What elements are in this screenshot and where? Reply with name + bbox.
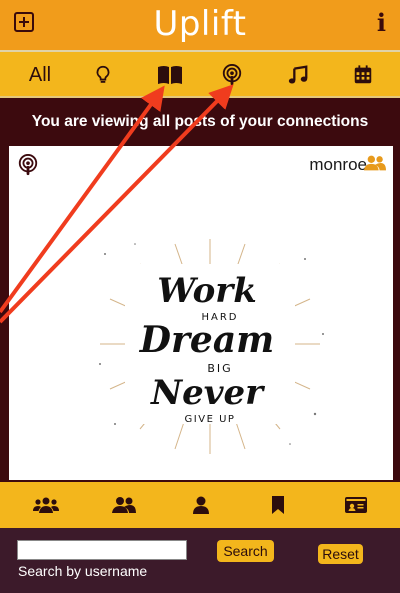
search-label: Search by username	[18, 563, 148, 579]
group-icon[interactable]	[26, 482, 66, 528]
image-line-1: Work	[157, 271, 257, 311]
username-search-input[interactable]	[17, 540, 187, 560]
calendar-icon[interactable]	[352, 52, 374, 98]
podcast-icon[interactable]	[221, 52, 243, 98]
info-icon[interactable]: i	[377, 8, 386, 37]
bottom-nav	[0, 482, 400, 528]
user-icon[interactable]	[181, 482, 221, 528]
post-card[interactable]: monroe Work HARD Dream BIG Never GIVE UP	[9, 146, 393, 480]
image-line-3: Dream	[139, 319, 275, 361]
id-card-icon[interactable]	[336, 482, 376, 528]
post-username[interactable]: monroe	[309, 155, 367, 175]
category-all[interactable]: All	[22, 52, 58, 98]
podcast-icon	[18, 154, 38, 176]
reset-button[interactable]: Reset	[318, 544, 363, 564]
music-note-icon[interactable]	[287, 52, 309, 98]
motivational-quote-image: Work HARD Dream BIG Never GIVE UP	[99, 239, 324, 454]
image-line-6: GIVE UP	[185, 414, 236, 425]
search-button[interactable]: Search	[217, 540, 274, 562]
connections-icon	[364, 155, 386, 171]
users-icon[interactable]	[104, 482, 144, 528]
search-bar: Search by username Search Reset	[0, 528, 400, 593]
viewing-banner: You are viewing all posts of your connec…	[0, 98, 400, 146]
category-bar: All	[0, 52, 400, 98]
bookmark-icon[interactable]	[258, 482, 298, 528]
open-book-icon[interactable]	[156, 52, 184, 98]
app-title: Uplift	[153, 4, 247, 44]
image-line-5: Never	[150, 373, 265, 413]
top-bar: Uplift i	[0, 0, 400, 52]
lightbulb-icon[interactable]	[92, 52, 114, 98]
